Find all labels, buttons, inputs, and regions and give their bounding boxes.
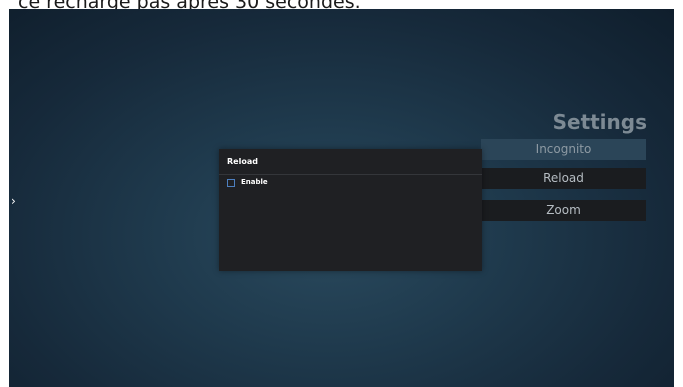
enable-checkbox-label[interactable]: Enable	[241, 178, 268, 186]
dialog-divider	[219, 174, 482, 175]
menu-item-reload[interactable]: Reload	[481, 168, 646, 189]
menu-item-incognito[interactable]: Incognito	[481, 139, 646, 160]
menu-item-zoom[interactable]: Zoom	[481, 200, 646, 221]
dialog-title: Reload	[227, 157, 258, 166]
settings-screen: › Settings Incognito Reload Zoom Reload …	[9, 9, 674, 387]
enable-checkbox[interactable]	[227, 179, 235, 187]
settings-title: Settings	[552, 110, 647, 134]
reload-dialog: Reload Enable	[219, 149, 482, 271]
chevron-right-icon[interactable]: ›	[11, 194, 16, 208]
